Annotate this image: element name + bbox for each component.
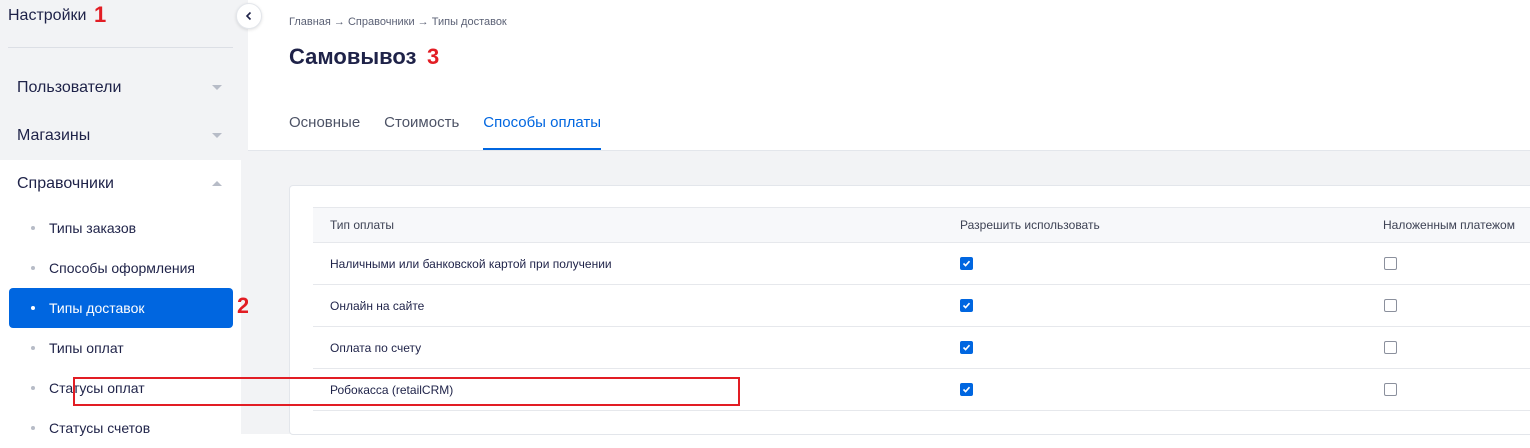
- bullet-icon: [31, 386, 35, 390]
- sidebar-group-label: Справочники: [17, 175, 114, 192]
- chevron-down-icon: [212, 133, 222, 138]
- payment-type-name: Онлайн на сайте: [330, 298, 425, 313]
- cash-on-delivery-checkbox[interactable]: [1384, 299, 1397, 312]
- cash-on-delivery-checkbox[interactable]: [1384, 341, 1397, 354]
- column-header-payment-type: Тип оплаты: [330, 218, 395, 232]
- sidebar-group-users[interactable]: Пользователи: [0, 64, 241, 112]
- chevron-up-icon: [212, 181, 222, 186]
- sidebar-group-label: Магазины: [17, 127, 91, 144]
- sidebar-header: Настройки 1: [0, 0, 248, 48]
- tab-payment-methods[interactable]: Способы оплаты: [483, 101, 601, 151]
- sidebar-item-label: Типы заказов: [49, 220, 137, 236]
- column-header-cash-on-delivery: Наложенным платежом: [1383, 218, 1515, 232]
- table-row: Онлайн на сайте: [313, 285, 1530, 327]
- page-title: Самовывоз: [289, 44, 417, 69]
- sidebar-item-order-types[interactable]: Типы заказов: [9, 208, 233, 248]
- bullet-icon: [31, 346, 35, 350]
- sidebar-item-payment-types[interactable]: Типы оплат: [9, 328, 233, 368]
- table-header-row: Тип оплаты Разрешить использовать Наложе…: [313, 207, 1530, 243]
- payment-type-name: Наличными или банковской картой при полу…: [330, 256, 612, 271]
- sidebar-item-checkout-methods[interactable]: Способы оформления: [9, 248, 233, 288]
- sidebar-title: Настройки: [8, 7, 87, 24]
- highlight-box: [73, 377, 740, 406]
- main-content: Главная → Справочники → Типы доставок Са…: [248, 0, 1530, 435]
- cash-on-delivery-checkbox[interactable]: [1384, 257, 1397, 270]
- allow-use-checkbox[interactable]: [960, 341, 973, 354]
- bullet-icon: [31, 266, 35, 270]
- chevron-down-icon: [212, 85, 222, 90]
- annotation-marker-3: 3: [427, 44, 440, 69]
- sidebar: Настройки 1 Пользователи Магазины Справо…: [0, 0, 248, 436]
- breadcrumb: Главная → Справочники → Типы доставок: [289, 16, 507, 28]
- sidebar-item-label: Типы доставок: [49, 300, 145, 316]
- bullet-icon: [31, 426, 35, 430]
- tab-general[interactable]: Основные: [289, 101, 360, 151]
- sidebar-item-label: Типы оплат: [49, 340, 124, 356]
- annotation-marker-1: 1: [94, 2, 107, 27]
- sidebar-item-invoice-statuses[interactable]: Статусы счетов: [9, 408, 233, 448]
- bullet-icon: [31, 306, 35, 310]
- sidebar-group-shops[interactable]: Магазины: [0, 112, 241, 160]
- sidebar-group-references[interactable]: Справочники: [0, 160, 241, 208]
- sidebar-divider: [8, 47, 233, 48]
- sidebar-item-delivery-types[interactable]: Типы доставок: [9, 288, 233, 328]
- column-header-allow-use: Разрешить использовать: [960, 218, 1100, 232]
- table-row: Оплата по счету: [313, 327, 1530, 369]
- allow-use-checkbox[interactable]: [960, 299, 973, 312]
- sidebar-item-label: Способы оформления: [49, 260, 195, 276]
- bullet-icon: [31, 226, 35, 230]
- table-row: Наличными или банковской картой при полу…: [313, 243, 1530, 285]
- tab-cost[interactable]: Стоимость: [384, 101, 459, 151]
- allow-use-checkbox[interactable]: [960, 257, 973, 270]
- payment-type-name: Оплата по счету: [330, 340, 422, 355]
- sidebar-group-label: Пользователи: [17, 79, 122, 96]
- cash-on-delivery-checkbox[interactable]: [1384, 383, 1397, 396]
- tabs-bar: Основные Стоимость Способы оплаты: [289, 101, 625, 151]
- allow-use-checkbox[interactable]: [960, 383, 973, 396]
